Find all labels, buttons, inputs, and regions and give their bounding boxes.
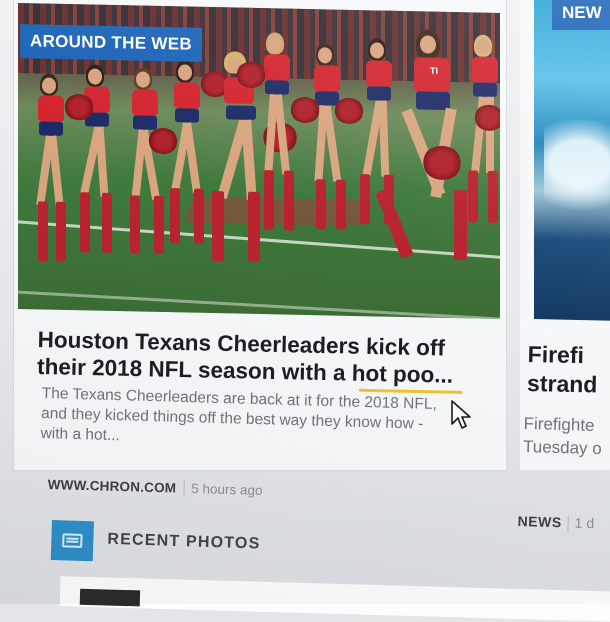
source-link[interactable]: WWW.CHRON.COM: [47, 477, 176, 496]
mouse-pointer-icon: [451, 400, 471, 429]
photo-gallery-icon: [50, 520, 94, 562]
jersey-text: TI: [430, 65, 438, 76]
meta-divider: [182, 481, 185, 498]
side-article-meta: NEWS 1 d: [517, 510, 610, 535]
side-article-time: 1 d: [574, 514, 595, 532]
side-article-summary: Firefighte Tuesday o: [523, 412, 610, 461]
recent-photos-label: RECENT PHOTOS: [107, 530, 261, 553]
article-time: 5 hours ago: [191, 481, 263, 498]
side-badge: NEW: [552, 0, 610, 30]
around-the-web-badge: AROUND THE WEB: [20, 24, 202, 62]
meta-divider: [567, 515, 569, 532]
side-headline-line-1[interactable]: Firefi: [527, 340, 610, 372]
side-summary-line-2: Tuesday o: [522, 436, 603, 459]
side-headline-line-2[interactable]: strand: [527, 369, 610, 401]
image-detail: [544, 119, 610, 232]
article-headline[interactable]: Houston Texans Cheerleaders kick off the…: [37, 326, 508, 394]
article-summary: The Texans Cheerleaders are back at it f…: [40, 384, 472, 456]
side-article-image[interactable]: [534, 0, 610, 321]
side-article-headline[interactable]: Firefi strand: [527, 340, 610, 401]
category-label[interactable]: NEWS: [517, 513, 561, 530]
recent-photos-header[interactable]: RECENT PHOTOS: [50, 520, 292, 572]
